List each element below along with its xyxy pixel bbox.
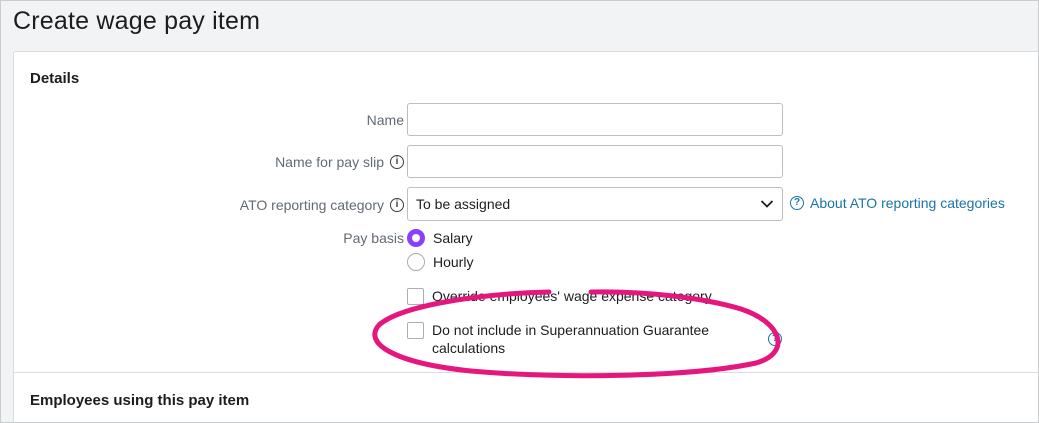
section-divider (14, 372, 1038, 373)
name-label-text: Name (366, 112, 404, 128)
about-ato-categories-link[interactable]: ? About ATO reporting categories (790, 195, 1005, 211)
sg-exclude-label-line2: calculations (432, 340, 506, 356)
ato-category-label-text: ATO reporting category (239, 197, 384, 213)
sg-exclude-checkbox[interactable] (407, 322, 424, 339)
radio-hourly-label: Hourly (433, 254, 474, 270)
help-circle-icon: ? (790, 196, 804, 210)
sg-exclude-checkbox-row[interactable]: Do not include in Superannuation Guarant… (407, 321, 709, 357)
radio-button-checked[interactable] (407, 229, 425, 247)
payslip-name-label: Name for pay slip i (275, 154, 404, 170)
name-input[interactable] (407, 103, 783, 136)
name-label: Name (367, 112, 404, 128)
ato-category-label: ATO reporting category i (240, 197, 404, 213)
pay-basis-label-text: Pay basis (343, 230, 404, 246)
page-frame: Create wage pay item Details Name Name f… (0, 0, 1039, 423)
page-title: Create wage pay item (13, 7, 261, 35)
info-icon[interactable]: i (390, 198, 404, 212)
details-section-title: Details (30, 70, 80, 87)
radio-salary-label: Salary (433, 230, 473, 246)
override-expense-checkbox-row[interactable]: Override employees' wage expense categor… (407, 287, 712, 305)
ato-category-selected-value: To be assigned (416, 196, 511, 212)
payslip-name-label-text: Name for pay slip (275, 154, 384, 170)
radio-hourly[interactable]: Hourly (407, 253, 473, 271)
details-card: Details Name Name for pay slip i ATO rep… (13, 51, 1038, 422)
pay-basis-label: Pay basis (343, 230, 404, 246)
sg-exclude-label: Do not include in Superannuation Guarant… (432, 321, 709, 357)
chevron-down-icon (760, 200, 774, 208)
info-icon[interactable]: i (390, 155, 404, 169)
ato-category-select[interactable]: To be assigned (407, 187, 783, 221)
radio-salary[interactable]: Salary (407, 229, 473, 247)
help-circle-icon[interactable]: ? (768, 332, 782, 346)
override-expense-checkbox[interactable] (407, 288, 424, 305)
override-expense-label: Override employees' wage expense categor… (432, 288, 712, 304)
about-ato-categories-text: About ATO reporting categories (810, 195, 1005, 211)
radio-button[interactable] (407, 253, 425, 271)
employees-section-title: Employees using this pay item (30, 392, 250, 409)
payslip-name-input[interactable] (407, 145, 783, 178)
sg-exclude-label-line1: Do not include in Superannuation Guarant… (432, 322, 710, 338)
